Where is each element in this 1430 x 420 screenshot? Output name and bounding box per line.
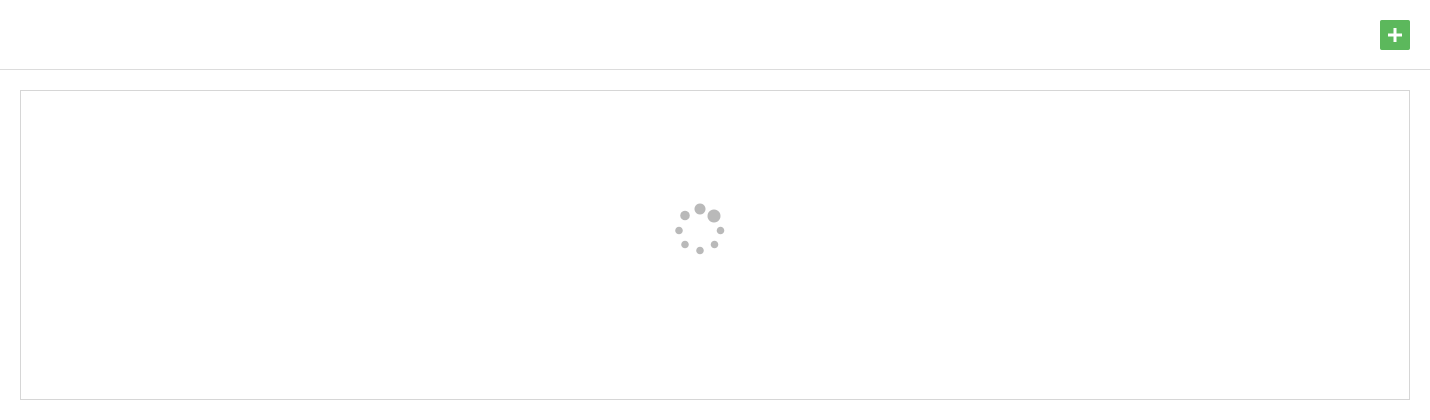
- spinner-dot: [694, 203, 706, 215]
- spinner-dot: [716, 226, 725, 235]
- loading-spinner-icon: [675, 203, 725, 255]
- spinner-dot: [681, 240, 689, 249]
- spinner-dot: [710, 240, 719, 249]
- content-panel: [20, 90, 1410, 400]
- plus-icon: [1388, 28, 1402, 42]
- spinner-dot: [696, 246, 704, 255]
- toolbar: [0, 0, 1430, 70]
- spinner-dot: [707, 209, 721, 223]
- spinner-dot: [675, 226, 683, 235]
- spinner-dot: [680, 210, 690, 221]
- add-button[interactable]: [1380, 20, 1410, 50]
